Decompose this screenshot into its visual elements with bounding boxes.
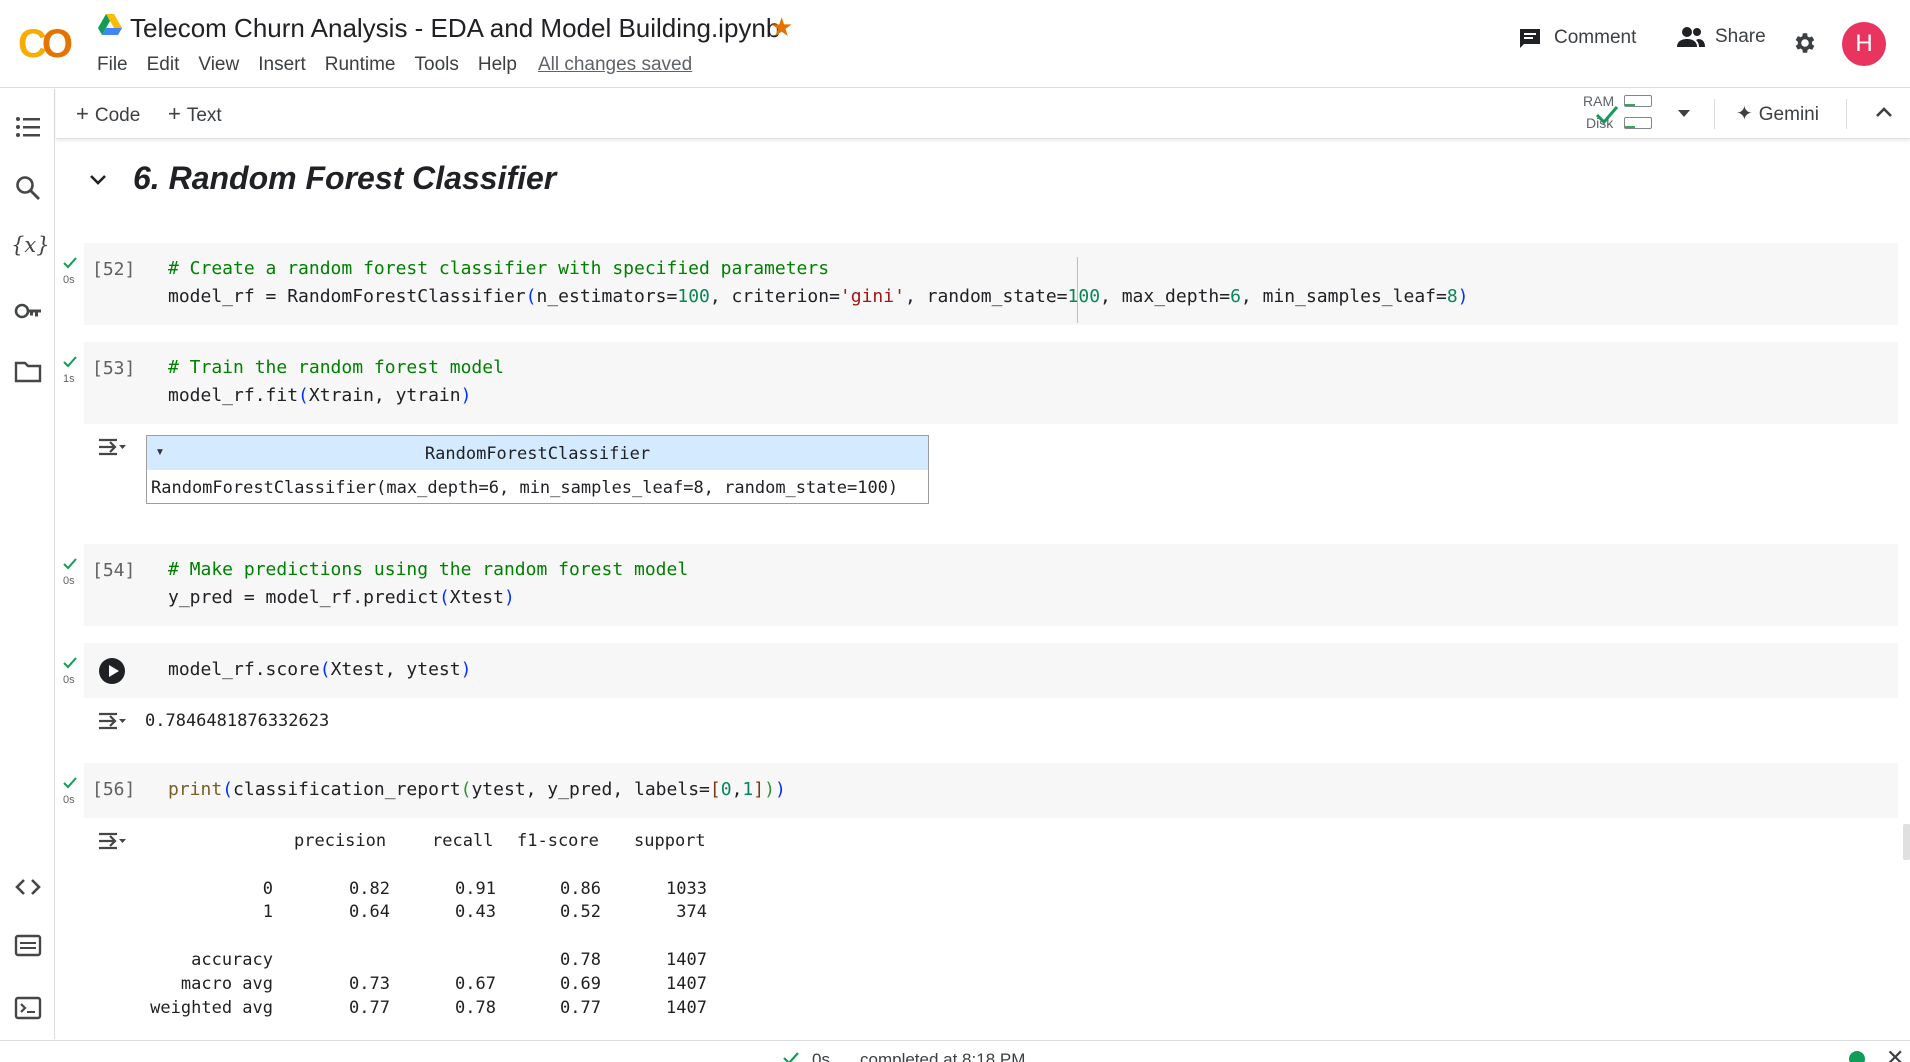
star-icon[interactable]: ★ [770, 12, 793, 43]
ram-bar [1624, 95, 1652, 107]
report-row-label: weighted avg [150, 998, 273, 1018]
estimator-widget[interactable]: ▼ RandomForestClassifier RandomForestCla… [146, 435, 929, 504]
report-header-precision: precision [294, 831, 387, 851]
close-icon[interactable]: ✕ [1886, 1045, 1904, 1062]
left-rail: {x} [0, 89, 55, 1039]
menu-file[interactable]: File [97, 54, 128, 76]
key-icon[interactable] [14, 297, 42, 325]
menu-view[interactable]: View [198, 54, 239, 76]
text-cursor [1077, 257, 1078, 323]
section-title: 6. Random Forest Classifier [133, 160, 557, 196]
report-header-support: support [634, 831, 706, 851]
add-text-button[interactable]: + Text [168, 101, 222, 127]
terminal-icon[interactable] [14, 994, 42, 1022]
toc-icon[interactable] [14, 113, 42, 141]
estimator-params: RandomForestClassifier(max_depth=6, min_… [151, 478, 899, 498]
checkmark-icon [63, 777, 77, 789]
menu-runtime[interactable]: Runtime [325, 54, 396, 76]
add-code-button[interactable]: + Code [76, 101, 140, 127]
run-icon[interactable] [99, 658, 125, 684]
menu-insert[interactable]: Insert [258, 54, 306, 76]
colab-logo[interactable]: CO [18, 22, 73, 67]
chevron-down-icon[interactable] [86, 167, 110, 191]
menu-tools[interactable]: Tools [415, 54, 459, 76]
output-toggle-icon[interactable] [97, 710, 127, 732]
toolbar-divider [1714, 99, 1715, 129]
disk-bar [1624, 117, 1652, 129]
code-editor[interactable]: print(classification_report(ytest, y_pre… [168, 776, 786, 804]
status-time: 0s [812, 1050, 830, 1062]
share-button[interactable]: Share [1677, 26, 1766, 48]
gemini-button[interactable]: ✦ Gemini [1736, 101, 1819, 126]
checkmark-icon [63, 558, 77, 570]
comment-button[interactable]: Comment [1518, 26, 1636, 50]
menu-bar: File Edit View Insert Runtime Tools Help… [97, 54, 711, 76]
report-row-label: 1 [262, 902, 273, 922]
menu-help[interactable]: Help [478, 54, 517, 76]
scrollbar-marker[interactable] [1903, 824, 1910, 860]
folder-icon[interactable] [14, 357, 42, 385]
app-header: CO Telecom Churn Analysis - EDA and Mode… [0, 0, 1910, 88]
checkmark-icon [783, 1052, 799, 1062]
report-row-label: 0 [262, 879, 273, 899]
variables-icon[interactable]: {x} [11, 233, 50, 261]
report-header-recall: recall [432, 831, 494, 851]
comment-icon [1520, 29, 1540, 48]
output-toggle-icon[interactable] [97, 830, 127, 852]
score-output: 0.7846481876332623 [145, 711, 330, 731]
code-snippets-icon[interactable] [14, 873, 42, 901]
report-header-f1: f1-score [517, 831, 599, 851]
output-toggle-icon[interactable] [97, 436, 127, 458]
search-icon[interactable] [14, 174, 42, 202]
execution-count: [54] [92, 560, 136, 581]
code-editor[interactable]: # Make predictions using the random fore… [168, 556, 688, 612]
gemini-sparkle-icon: ✦ [1736, 103, 1753, 125]
code-editor[interactable]: # Create a random forest classifier with… [168, 255, 1469, 311]
chevron-down-icon[interactable] [1677, 109, 1691, 119]
command-palette-icon[interactable] [14, 932, 42, 960]
report-row-label: accuracy [191, 950, 273, 970]
status-indicator [1849, 1051, 1865, 1062]
checkmark-icon [63, 657, 77, 669]
code-editor[interactable]: model_rf.score(Xtest, ytest) [168, 656, 471, 684]
drive-icon[interactable] [98, 14, 122, 36]
menu-edit[interactable]: Edit [147, 54, 180, 76]
avatar[interactable]: H [1842, 22, 1886, 66]
chevron-up-icon[interactable] [1875, 105, 1893, 119]
report-row-label: macro avg [180, 974, 273, 994]
notebook-toolbar: + Code + Text RAM Disk ✦ Gemini [56, 89, 1910, 139]
toolbar-divider [1846, 99, 1847, 129]
estimator-header[interactable]: ▼ RandomForestClassifier [147, 436, 928, 470]
checkmark-icon [63, 356, 77, 368]
status-message[interactable]: completed at 8:18 PM [860, 1050, 1025, 1062]
code-editor[interactable]: # Train the random forest model model_rf… [168, 354, 504, 410]
execution-count: [53] [92, 358, 136, 379]
checkmark-icon [63, 257, 77, 269]
execution-count: [56] [92, 779, 136, 800]
share-icon [1677, 27, 1705, 47]
status-bar: 0s completed at 8:18 PM ✕ [0, 1040, 1910, 1062]
gear-icon[interactable] [1792, 30, 1818, 56]
execution-count: [52] [92, 259, 136, 280]
save-status-link[interactable]: All changes saved [538, 54, 692, 76]
notebook-title[interactable]: Telecom Churn Analysis - EDA and Model B… [130, 13, 780, 44]
